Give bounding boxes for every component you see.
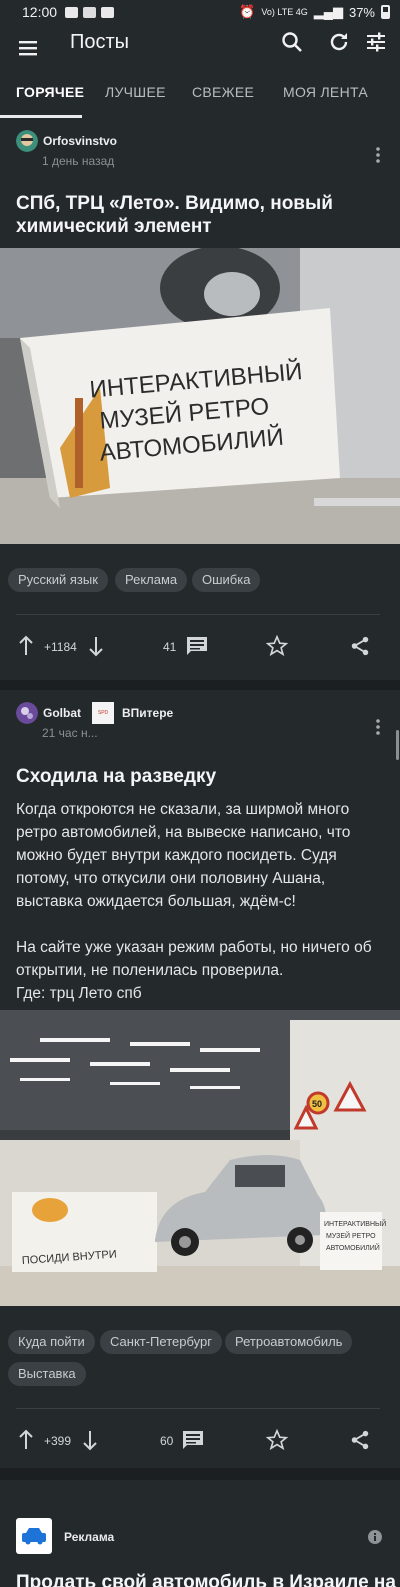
post-separator <box>0 680 400 690</box>
comments-count: 60 <box>160 1434 174 1448</box>
upvote-icon[interactable] <box>18 1429 34 1451</box>
author-name[interactable]: Golbat <box>43 706 81 720</box>
car-icon <box>22 1528 46 1545</box>
comments-icon[interactable] <box>182 1430 204 1450</box>
youtube-notification-icon <box>83 6 97 18</box>
tag[interactable]: Куда пойти <box>8 1330 95 1354</box>
body-line <box>16 913 386 936</box>
more-options-icon[interactable] <box>376 719 380 735</box>
author-name[interactable]: Orfosvinstvo <box>43 134 117 148</box>
upvote-icon[interactable] <box>18 635 34 657</box>
check-notification-icon <box>101 6 115 18</box>
body-line: открытии, не поленилась проверила. <box>16 962 284 979</box>
page-title: Посты <box>70 31 130 53</box>
post-image[interactable]: ИНТЕРАКТИВНЫЙ МУЗЕЙ РЕТРО АВТОМОБИЛИЙ <box>0 248 400 544</box>
post-title-line: химический элемент <box>16 216 212 237</box>
share-icon[interactable] <box>349 635 371 657</box>
ad-title[interactable]: Продать свой автомобиль в Израиле на <box>16 1572 396 1587</box>
tag[interactable]: Реклама <box>115 568 188 592</box>
post-separator <box>0 1468 400 1480</box>
network-indicator: Vo) LTE 4G <box>261 7 308 17</box>
ad-label: Реклама <box>64 1530 115 1544</box>
tag[interactable]: Ретроавтомобиль <box>225 1330 353 1354</box>
avatar <box>16 702 38 724</box>
refresh-icon[interactable] <box>327 30 351 54</box>
alarm-icon: ⏰ <box>239 4 256 19</box>
post-time: 1 день назад <box>42 154 115 168</box>
feed-tabs: ГОРЯЧЕЕ ЛУЧШЕЕ СВЕЖЕЕ МОЯ ЛЕНТА <box>0 72 400 118</box>
filter-settings-icon[interactable] <box>364 30 388 54</box>
sign-line: МУЗЕЙ РЕТРО <box>326 1231 376 1240</box>
body-line: На сайте уже указан режим работы, но нич… <box>16 939 372 956</box>
signal-icon: ▂▄▆ <box>313 4 343 19</box>
tab-my-feed[interactable]: МОЯ ЛЕНТА <box>283 84 368 100</box>
post-actions: +1184 41 <box>0 632 400 662</box>
post-actions: +399 60 <box>0 1426 400 1456</box>
tag[interactable]: Ошибка <box>192 568 261 592</box>
comments-count: 41 <box>163 640 177 654</box>
exhibition-hall-photo: 50 ПОСИДИ ВНУТРИ ИНТЕРАКТИВНЫЙ МУЗЕЙ РЕТ… <box>0 1010 400 1306</box>
rating: +1184 <box>44 640 77 654</box>
body-line: выставка ожидается большая, ждём-с! <box>16 893 296 910</box>
body-line: можно будет внутри каждого посидеть. Суд… <box>16 847 337 864</box>
body-line: Когда откроются не сказали, за ширмой мн… <box>16 801 350 818</box>
share-icon[interactable] <box>349 1429 371 1451</box>
community-badge: SPD <box>92 702 114 724</box>
status-bar: 12:00 ⏰ Vo) LTE 4G ▂▄▆ 37% <box>0 0 400 24</box>
tab-fresh[interactable]: СВЕЖЕЕ <box>192 84 254 100</box>
post-time: 21 час н... <box>42 726 98 740</box>
community-name[interactable]: ВПитере <box>122 706 173 720</box>
tag[interactable]: Санкт-Петербург <box>100 1330 222 1354</box>
hamburger-menu-icon[interactable] <box>18 38 40 58</box>
tag[interactable]: Русский язык <box>8 568 108 592</box>
search-icon[interactable] <box>280 30 304 54</box>
rating: +399 <box>44 1434 72 1448</box>
ad-card[interactable] <box>0 1480 400 1587</box>
avatar <box>16 130 38 152</box>
post-title[interactable]: СПб, ТРЦ «Лето». Видимо, новый химически… <box>16 192 333 238</box>
post-title[interactable]: Сходила на разведку <box>16 765 216 788</box>
more-options-icon[interactable] <box>376 147 380 163</box>
gallery-notification-icon <box>65 6 79 18</box>
post-body: Когда откроются не сказали, за ширмой мн… <box>16 798 386 1005</box>
body-line: Где: трц Лето спб <box>16 985 142 1002</box>
scrollbar[interactable] <box>396 730 399 760</box>
body-line: ретро автомобилей, на вывеске написано, … <box>16 824 351 841</box>
post-author[interactable]: Orfosvinstvo <box>16 130 117 152</box>
post-author[interactable]: Golbat <box>16 702 81 724</box>
road-sign-text: 50 <box>312 1099 322 1109</box>
sign-line: АВТОМОБИЛИЙ <box>326 1243 380 1252</box>
tab-best[interactable]: ЛУЧШЕЕ <box>105 84 166 100</box>
battery-icon <box>381 5 390 19</box>
ad-logo <box>16 1518 52 1554</box>
tag[interactable]: Выставка <box>8 1362 86 1386</box>
museum-sign-photo: ИНТЕРАКТИВНЫЙ МУЗЕЙ РЕТРО АВТОМОБИЛИЙ <box>0 248 400 544</box>
app-bar: Посты <box>0 24 400 72</box>
post-image[interactable]: 50 ПОСИДИ ВНУТРИ ИНТЕРАКТИВНЫЙ МУЗЕЙ РЕТ… <box>0 1010 400 1306</box>
comments-icon[interactable] <box>186 636 208 656</box>
status-time: 12:00 <box>22 4 58 20</box>
bookmark-star-icon[interactable] <box>266 635 288 657</box>
info-icon[interactable] <box>368 1530 382 1544</box>
community[interactable]: SPD ВПитере <box>92 702 173 724</box>
tab-hot[interactable]: ГОРЯЧЕЕ <box>16 84 84 100</box>
divider <box>16 1408 380 1409</box>
body-line: потому, что откусили они половину Ашана, <box>16 870 326 887</box>
bookmark-star-icon[interactable] <box>266 1429 288 1451</box>
post-title-line: СПб, ТРЦ «Лето». Видимо, новый <box>16 193 333 214</box>
battery-percent: 37% <box>348 4 375 20</box>
downvote-icon[interactable] <box>82 1429 98 1451</box>
sign-line: ИНТЕРАКТИВНЫЙ <box>324 1219 386 1228</box>
divider <box>16 614 380 615</box>
downvote-icon[interactable] <box>88 635 104 657</box>
